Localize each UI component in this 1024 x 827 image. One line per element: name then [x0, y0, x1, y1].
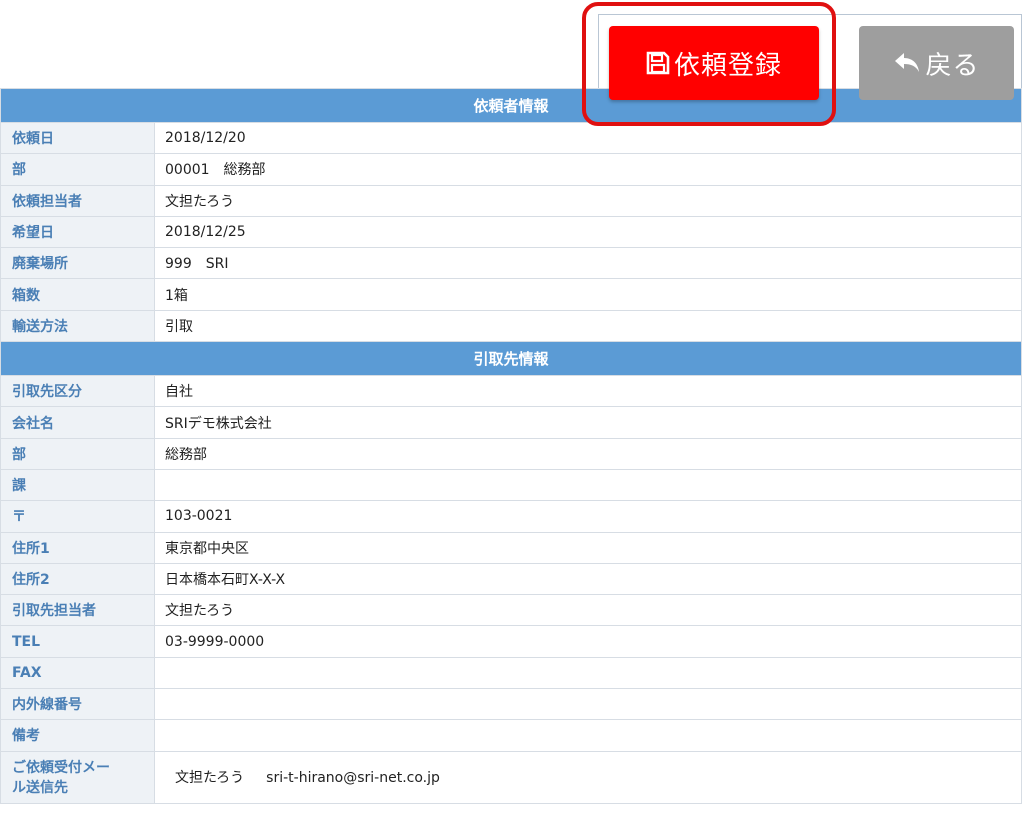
field-label: 廃棄場所	[0, 247, 155, 280]
back-button-label: 戻る	[925, 50, 980, 81]
register-button-label: 依頼登録	[673, 50, 782, 81]
field-label: 課	[0, 468, 155, 502]
mail-label-line1: ご依頼受付メー	[12, 760, 110, 777]
field-label: 住所1	[0, 531, 155, 564]
table-row: 依頼担当者 文担たろう	[0, 184, 1022, 217]
table-row: FAX	[0, 656, 1022, 690]
mail-recipient-value: 文担たろう sri-t-hirano@sri-net.co.jp	[154, 750, 1022, 804]
table-row: 住所1 東京都中央区	[0, 531, 1022, 564]
field-value: 文担たろう	[154, 184, 1022, 217]
field-value: 2018/12/20	[154, 121, 1022, 155]
field-label: 箱数	[0, 278, 155, 311]
table-row: 希望日 2018/12/25	[0, 215, 1022, 249]
mail-recipient-email: sri-t-hirano@sri-net.co.jp	[266, 770, 440, 787]
field-value	[154, 656, 1022, 690]
table-row: 〒 103-0021	[0, 500, 1022, 533]
request-info-table: 依頼者情報 依頼日 2018/12/20 部 00001 総務部 依頼担当者 文担たろ…	[0, 88, 1022, 804]
table-row: 課	[0, 468, 1022, 502]
table-row: 引取先区分 自社	[0, 375, 1022, 408]
table-row: 輸送方法 引取	[0, 309, 1022, 343]
reply-arrow-icon	[893, 51, 921, 75]
field-value: 東京都中央区	[154, 531, 1022, 564]
table-row: 引取先担当者 文担たろう	[0, 594, 1022, 627]
register-request-button[interactable]: 依頼登録	[609, 26, 819, 100]
field-value	[154, 468, 1022, 502]
table-row: 備考	[0, 719, 1022, 752]
table-row: 住所2 日本橋本石町X-X-X	[0, 562, 1022, 596]
field-label: 引取先担当者	[0, 594, 155, 627]
field-label: 部	[0, 153, 155, 186]
field-label: 引取先区分	[0, 375, 155, 408]
field-label: 希望日	[0, 215, 155, 249]
field-label: TEL	[0, 625, 155, 658]
field-value	[154, 688, 1022, 721]
table-row: 部 00001 総務部	[0, 153, 1022, 186]
field-label: 内外線番号	[0, 688, 155, 721]
field-value: 1箱	[154, 278, 1022, 311]
table-row: 依頼日 2018/12/20	[0, 121, 1022, 155]
table-row: 箱数 1箱	[0, 278, 1022, 311]
field-label: 依頼担当者	[0, 184, 155, 217]
save-icon	[646, 51, 670, 75]
field-value: 引取	[154, 309, 1022, 343]
table-row: 内外線番号	[0, 688, 1022, 721]
field-value	[154, 719, 1022, 752]
field-value: 103-0021	[154, 500, 1022, 533]
table-row: TEL 03-9999-0000	[0, 625, 1022, 658]
back-button[interactable]: 戻る	[859, 26, 1014, 100]
field-label: 依頼日	[0, 121, 155, 155]
field-value: 総務部	[154, 437, 1022, 470]
field-label: 会社名	[0, 406, 155, 439]
field-label: 部	[0, 437, 155, 470]
field-label: 〒	[0, 500, 155, 533]
field-value: 999 SRI	[154, 247, 1022, 280]
field-value: 03-9999-0000	[154, 625, 1022, 658]
table-row: ご依頼受付メー ル送信先 文担たろう sri-t-hirano@sri-net.c…	[0, 750, 1022, 804]
field-value: 文担たろう	[154, 594, 1022, 627]
field-label: 輸送方法	[0, 309, 155, 343]
field-label: FAX	[0, 656, 155, 690]
field-value: SRIデモ株式会社	[154, 406, 1022, 439]
field-value: 日本橋本石町X-X-X	[154, 562, 1022, 596]
table-row: 部総務部	[0, 437, 1022, 470]
mail-recipient-name: 文担たろう	[175, 770, 245, 787]
field-label: 住所2	[0, 562, 155, 596]
field-label: 備考	[0, 719, 155, 752]
pickup-section-header: 引取先情報	[0, 341, 1022, 377]
mail-recipient-label: ご依頼受付メー ル送信先	[0, 750, 155, 804]
field-value: 自社	[154, 375, 1022, 408]
table-row: 会社名 SRIデモ株式会社	[0, 406, 1022, 439]
table-row: 廃棄場所 999 SRI	[0, 247, 1022, 280]
mail-label-line2: ル送信先	[12, 780, 68, 797]
field-value: 2018/12/25	[154, 215, 1022, 249]
field-value: 00001 総務部	[154, 153, 1022, 186]
